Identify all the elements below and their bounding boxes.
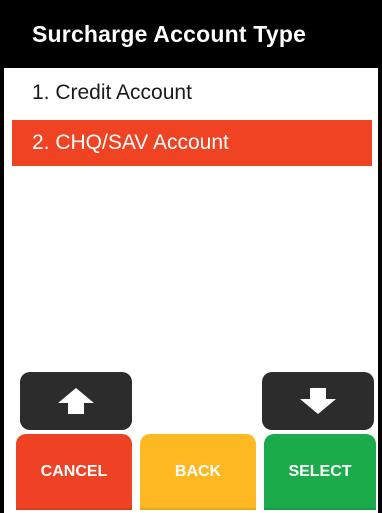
back-button-label: BACK [174,463,222,480]
select-button-label: SELECT [288,463,352,480]
cancel-button-label: CANCEL [40,463,108,480]
scroll-up-button[interactable] [20,372,132,430]
menu-item-label: 1. Credit Account [32,81,192,104]
terminal-screen: Surcharge Account Type 1. Credit Account… [0,0,382,513]
back-button[interactable]: BACK [140,434,256,510]
menu-item-chq-sav-account[interactable]: 2. CHQ/SAV Account [12,120,372,166]
arrow-up-icon [58,388,94,414]
account-type-menu: 1. Credit Account 2. CHQ/SAV Account [4,70,378,170]
arrow-down-icon [300,388,336,414]
select-button[interactable]: SELECT [264,434,376,510]
scroll-down-button[interactable] [262,372,374,430]
menu-item-label: 2. CHQ/SAV Account [32,131,229,154]
screen-bezel-right [378,0,382,513]
title-bar: Surcharge Account Type [0,0,382,68]
cancel-button[interactable]: CANCEL [16,434,132,510]
page-title: Surcharge Account Type [32,20,307,47]
menu-item-credit-account[interactable]: 1. Credit Account [4,70,378,116]
